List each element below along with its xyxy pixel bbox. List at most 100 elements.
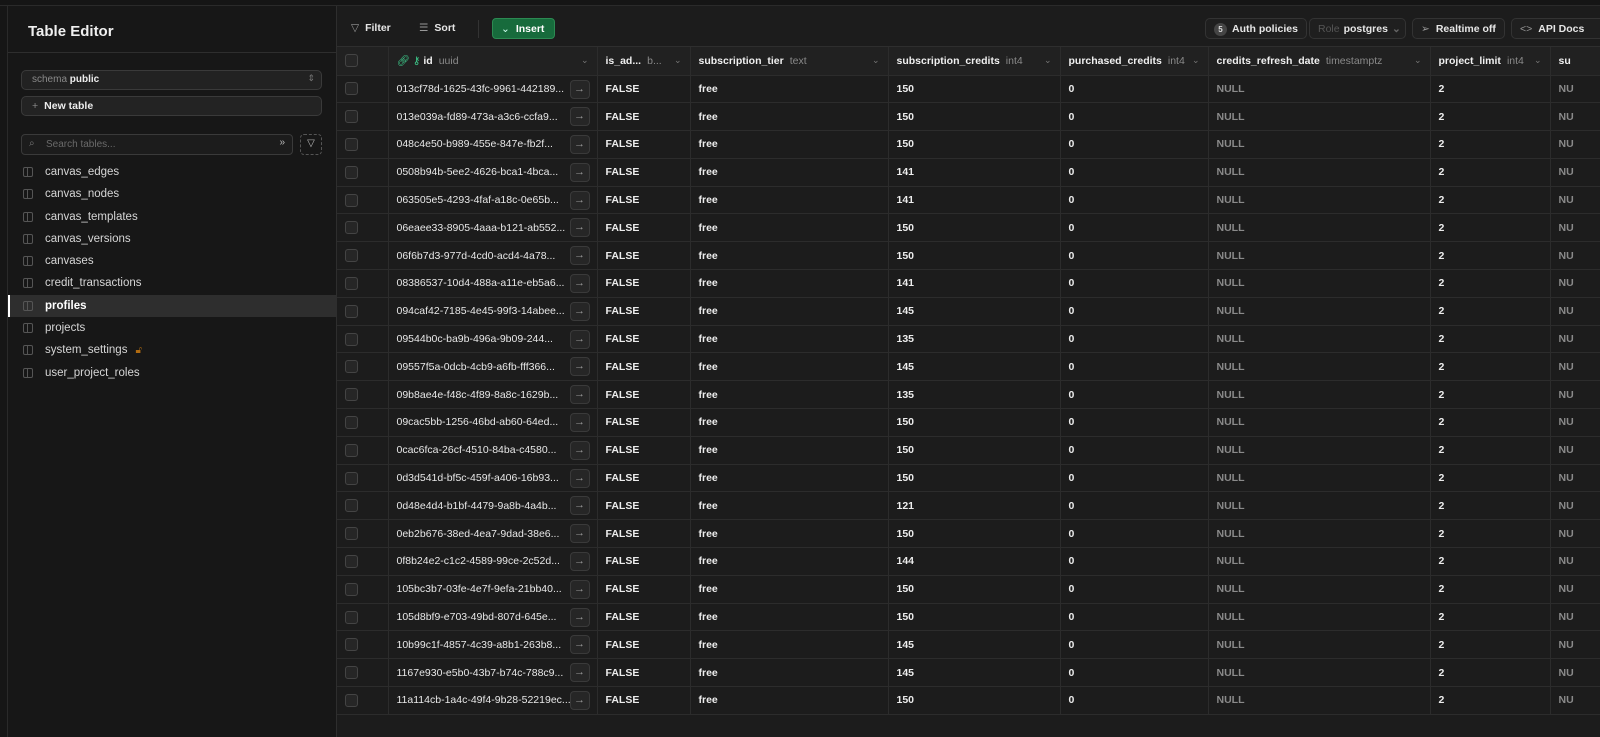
column-header-is-ad[interactable]: is_ad... b... ⌄ [597,47,691,76]
chevron-down-icon[interactable]: ⌄ [872,55,880,66]
cell-credits-refresh-date[interactable]: NULL [1208,213,1431,243]
table-row[interactable]: 1167e930-e5b0-43b7-b74c-788c9... → FALSE fr… [337,658,1600,688]
row-checkbox[interactable] [345,582,358,596]
cell-su[interactable]: NU [1550,630,1600,660]
cell-purchased-credits[interactable]: 0 [1060,269,1209,298]
cell-subscription-credits[interactable]: 145 [888,352,1061,382]
cell-is-ad[interactable]: FALSE [597,408,691,437]
schema-selector[interactable]: schema public ⇕ [21,70,322,90]
cell-id[interactable]: 09557f5a-0dcb-4cb9-a6fb-fff366... → [388,352,598,382]
arrow-right-icon[interactable]: → [569,552,590,572]
sidebar-item-canvas-nodes[interactable]: canvas_nodes [8,183,336,205]
cell-subscription-credits[interactable]: 150 [888,213,1061,243]
cell-id[interactable]: 0eb2b676-38ed-4ea7-9dad-38e6... → [388,519,598,549]
arrow-right-icon[interactable]: → [569,190,590,210]
cell-su[interactable]: NU [1550,213,1600,243]
cell-subscription-tier[interactable]: free [690,658,889,688]
row-checkbox[interactable] [345,554,358,568]
cell-su[interactable]: NU [1550,686,1600,715]
cell-su[interactable]: NU [1550,241,1600,271]
chevron-down-icon[interactable]: ⌄ [1044,55,1052,66]
cell-is-ad[interactable]: FALSE [597,75,691,104]
column-header-subscription-tier[interactable]: subscription_tier text ⌄ [690,47,889,76]
row-checkbox[interactable] [345,610,358,624]
arrow-right-icon[interactable]: → [569,357,590,377]
cell-credits-refresh-date[interactable]: NULL [1208,241,1431,271]
cell-project-limit[interactable]: 2 [1430,603,1551,632]
row-checkbox[interactable] [345,527,358,541]
cell-is-ad[interactable]: FALSE [597,547,691,576]
cell-purchased-credits[interactable]: 0 [1060,519,1209,549]
cell-id[interactable]: 063505e5-4293-4faf-a18c-0e65b... → [388,186,598,215]
cell-su[interactable]: NU [1550,603,1600,632]
cell-subscription-tier[interactable]: free [690,75,889,104]
cell-credits-refresh-date[interactable]: NULL [1208,325,1431,354]
arrow-right-icon[interactable]: → [569,607,590,627]
cell-is-ad[interactable]: FALSE [597,491,691,521]
sidebar-item-credit-transactions[interactable]: credit_transactions [8,272,336,294]
cell-subscription-credits[interactable]: 150 [888,603,1061,632]
arrow-right-icon[interactable]: → [569,274,590,294]
cell-credits-refresh-date[interactable]: NULL [1208,102,1431,132]
sidebar-item-canvas-templates[interactable]: canvas_templates [8,206,336,228]
cell-subscription-tier[interactable]: free [690,408,889,437]
insert-button[interactable]: ⌄ Insert [492,18,555,39]
cell-id[interactable]: 094caf42-7185-4e45-99f3-14abee... → [388,297,598,326]
cell-purchased-credits[interactable]: 0 [1060,547,1209,576]
cell-id[interactable]: 08386537-10d4-488a-a11e-eb5a6... → [388,269,598,298]
arrow-right-icon[interactable]: → [569,663,590,683]
cell-id[interactable]: 0d48e4d4-b1bf-4479-9a8b-4a4b... → [388,491,598,521]
cell-credits-refresh-date[interactable]: NULL [1208,186,1431,215]
cell-purchased-credits[interactable]: 0 [1060,241,1209,271]
cell-is-ad[interactable]: FALSE [597,686,691,715]
table-row[interactable]: 105d8bf9-e703-49bd-807d-645e... → FALSE fre… [337,603,1600,632]
realtime-toggle-button[interactable]: ➢ Realtime off [1412,18,1505,39]
row-checkbox[interactable] [345,443,358,457]
table-row[interactable]: 06eaee33-8905-4aaa-b121-ab552... → FALSE fr… [337,213,1600,243]
cell-su[interactable]: NU [1550,186,1600,215]
cell-project-limit[interactable]: 2 [1430,464,1551,493]
cell-subscription-credits[interactable]: 141 [888,186,1061,215]
sidebar-item-canvas-versions[interactable]: canvas_versions [8,228,336,250]
cell-credits-refresh-date[interactable]: NULL [1208,380,1431,410]
cell-su[interactable]: NU [1550,491,1600,521]
new-table-button[interactable]: + New table [21,96,322,116]
table-row[interactable]: 013e039a-fd89-473a-a3c6-ccfa9... → FALSE fr… [337,102,1600,132]
cell-credits-refresh-date[interactable]: NULL [1208,575,1431,604]
arrow-right-icon[interactable]: → [569,385,590,405]
cell-id[interactable]: 105bc3b7-03fe-4e7f-9efa-21bb40... → [388,575,598,604]
chevrons-down-icon[interactable]: » [279,137,285,148]
cell-project-limit[interactable]: 2 [1430,491,1551,521]
cell-credits-refresh-date[interactable]: NULL [1208,269,1431,298]
arrow-right-icon[interactable]: → [569,413,590,433]
sort-button[interactable]: ☰ Sort [411,18,463,39]
cell-id[interactable]: 06eaee33-8905-4aaa-b121-ab552... → [388,213,598,243]
filter-button[interactable]: ▽ Filter [343,18,399,39]
cell-subscription-tier[interactable]: free [690,102,889,132]
sidebar-item-canvases[interactable]: canvases [8,250,336,272]
cell-project-limit[interactable]: 2 [1430,352,1551,382]
row-checkbox[interactable] [345,693,358,707]
cell-purchased-credits[interactable]: 0 [1060,686,1209,715]
cell-subscription-tier[interactable]: free [690,380,889,410]
cell-project-limit[interactable]: 2 [1430,297,1551,326]
cell-is-ad[interactable]: FALSE [597,269,691,298]
cell-purchased-credits[interactable]: 0 [1060,186,1209,215]
table-row[interactable]: 094caf42-7185-4e45-99f3-14abee... → FALSE f… [337,297,1600,326]
chevron-down-icon[interactable]: ⌄ [1414,55,1422,66]
cell-purchased-credits[interactable]: 0 [1060,213,1209,243]
cell-project-limit[interactable]: 2 [1430,130,1551,159]
cell-subscription-credits[interactable]: 150 [888,686,1061,715]
api-docs-button[interactable]: <> API Docs [1511,18,1600,39]
cell-id[interactable]: 048c4e50-b989-455e-847e-fb2f... → [388,130,598,159]
chevron-down-icon[interactable]: ⌄ [1534,55,1542,66]
table-row[interactable]: 08386537-10d4-488a-a11e-eb5a6... → FALSE fr… [337,269,1600,298]
cell-su[interactable]: NU [1550,269,1600,298]
row-checkbox[interactable] [345,471,358,485]
cell-is-ad[interactable]: FALSE [597,603,691,632]
arrow-right-icon[interactable]: → [569,246,590,266]
cell-id[interactable]: 09b8ae4e-f48c-4f89-8a8c-1629b... → [388,380,598,410]
cell-subscription-tier[interactable]: free [690,186,889,215]
cell-purchased-credits[interactable]: 0 [1060,658,1209,688]
cell-project-limit[interactable]: 2 [1430,519,1551,549]
